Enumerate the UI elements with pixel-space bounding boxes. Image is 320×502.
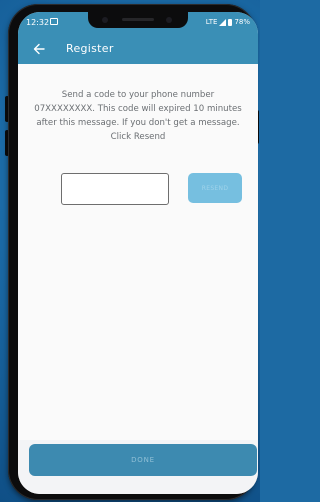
sensor-icon [166,17,172,23]
verification-message: Send a code to your phone number 07XXXXX… [34,90,242,142]
phone-body: 12:32 LTE 78% Register Send a code to yo… [8,4,258,500]
verification-card: Send a code to your phone number 07XXXXX… [18,64,258,440]
status-indicators: LTE 78% [206,17,250,27]
message-notification-icon [50,18,58,25]
network-type: LTE [205,18,218,26]
phone-screen: 12:32 LTE 78% Register Send a code to yo… [18,12,258,494]
page-title: Register [66,42,114,55]
battery-icon [228,18,233,26]
battery-level: 78% [234,18,250,26]
resend-button[interactable]: RESEND [188,173,242,203]
done-button[interactable]: DONE [29,444,257,476]
back-button[interactable] [30,40,48,58]
app-bar: Register [18,34,258,64]
status-bar: 12:32 LTE 78% [18,12,258,34]
camera-notch [88,12,188,28]
device-frame-stage: 12:32 LTE 78% Register Send a code to yo… [0,0,260,502]
front-camera-icon [102,17,108,23]
status-time: 12:32 [26,18,50,27]
arrow-left-icon [33,43,45,55]
verification-code-input[interactable] [61,173,169,205]
signal-icon [219,18,227,26]
earpiece-speaker [122,18,154,21]
